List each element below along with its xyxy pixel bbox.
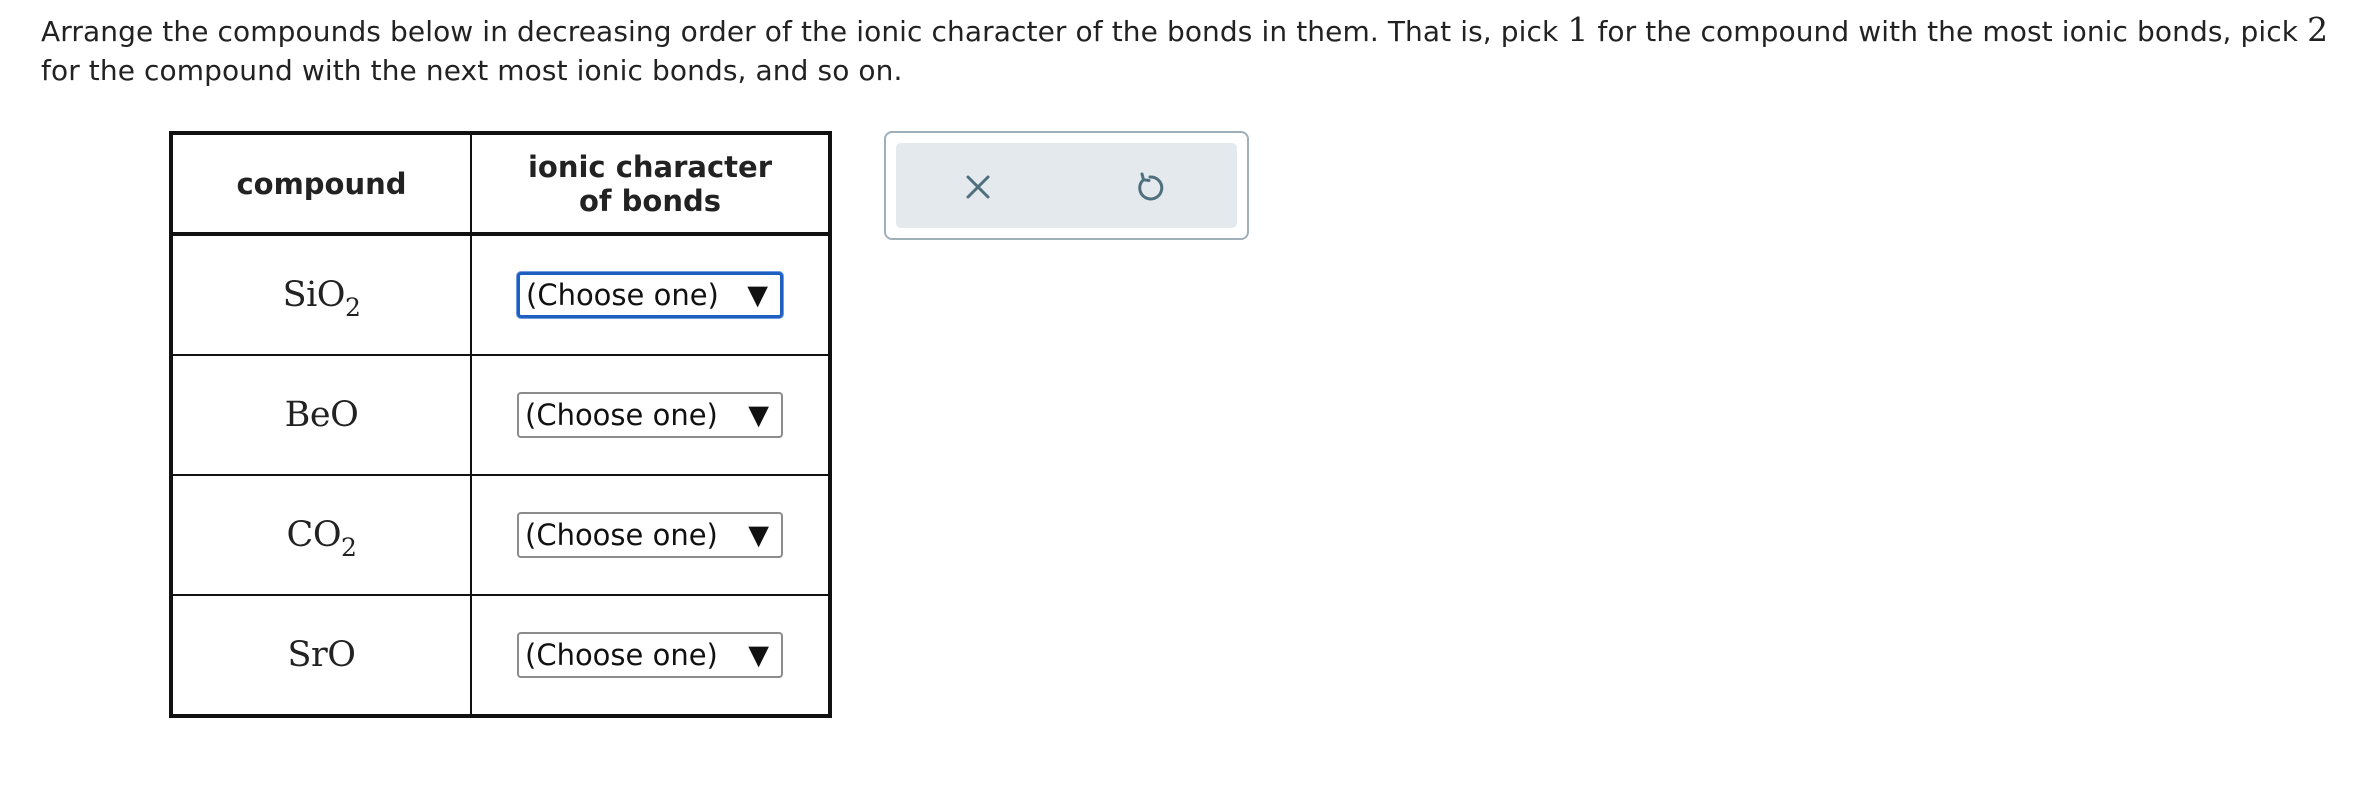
clear-button[interactable] — [956, 165, 1000, 209]
compound-formula: SiO2 — [282, 275, 361, 322]
table-header-row: compound ionic character of bonds — [170, 132, 831, 236]
dropdown-arrow-icon: ▼ — [748, 519, 769, 551]
dropdown-arrow-icon: ▼ — [748, 639, 769, 671]
answer-tools-panel — [884, 131, 1249, 240]
compound-cell: SrO — [170, 594, 472, 717]
tools-toolbar — [896, 143, 1237, 228]
rank-dropdown[interactable]: (Choose one) ▼ — [517, 512, 783, 558]
close-icon — [966, 175, 990, 199]
dropdown-value: (Choose one) — [525, 638, 718, 672]
ionic-rank-cell: (Choose one) ▼ — [470, 354, 831, 476]
instructions-text-2: for the compound with the most ionic bon… — [1588, 15, 2308, 48]
undo-icon — [1138, 172, 1164, 201]
dropdown-arrow-icon: ▼ — [747, 279, 768, 311]
instructions-text-1: Arrange the compounds below in decreasin… — [41, 15, 1568, 48]
compound-formula: BeO — [284, 395, 359, 435]
rank-dropdown[interactable]: (Choose one) ▼ — [517, 272, 783, 318]
ionic-rank-cell: (Choose one) ▼ — [470, 474, 831, 596]
ionic-header-line-2: of bonds — [579, 183, 721, 218]
table-row: SiO2 (Choose one) ▼ — [170, 233, 831, 356]
instructions-text-3: for the compound with the next most ioni… — [41, 54, 903, 87]
dropdown-value: (Choose one) — [525, 398, 718, 432]
rank-dropdown[interactable]: (Choose one) ▼ — [517, 632, 783, 678]
compound-cell: SiO2 — [170, 233, 472, 356]
dropdown-value: (Choose one) — [526, 278, 719, 312]
rank-dropdown[interactable]: (Choose one) ▼ — [517, 392, 783, 438]
rank-number-2: 2 — [2307, 10, 2329, 49]
compound-formula: CO2 — [286, 515, 357, 562]
compound-cell: BeO — [170, 354, 472, 476]
question-instructions: Arrange the compounds below in decreasin… — [41, 10, 2341, 90]
ionic-character-header: ionic character of bonds — [470, 132, 831, 236]
compound-header: compound — [170, 132, 472, 236]
table-row: SrO (Choose one) ▼ — [170, 594, 831, 717]
undo-button[interactable] — [1128, 165, 1172, 209]
rank-number-1: 1 — [1567, 10, 1589, 49]
dropdown-arrow-icon: ▼ — [748, 399, 769, 431]
table-row: BeO (Choose one) ▼ — [170, 354, 831, 476]
answer-table: compound ionic character of bonds SiO2 (… — [169, 131, 832, 718]
ionic-rank-cell: (Choose one) ▼ — [470, 594, 831, 717]
table-row: CO2 (Choose one) ▼ — [170, 474, 831, 596]
ionic-rank-cell: (Choose one) ▼ — [470, 233, 831, 356]
compound-cell: CO2 — [170, 474, 472, 596]
compound-formula: SrO — [287, 635, 356, 675]
ionic-header-line-1: ionic character — [527, 149, 773, 184]
dropdown-value: (Choose one) — [525, 518, 718, 552]
